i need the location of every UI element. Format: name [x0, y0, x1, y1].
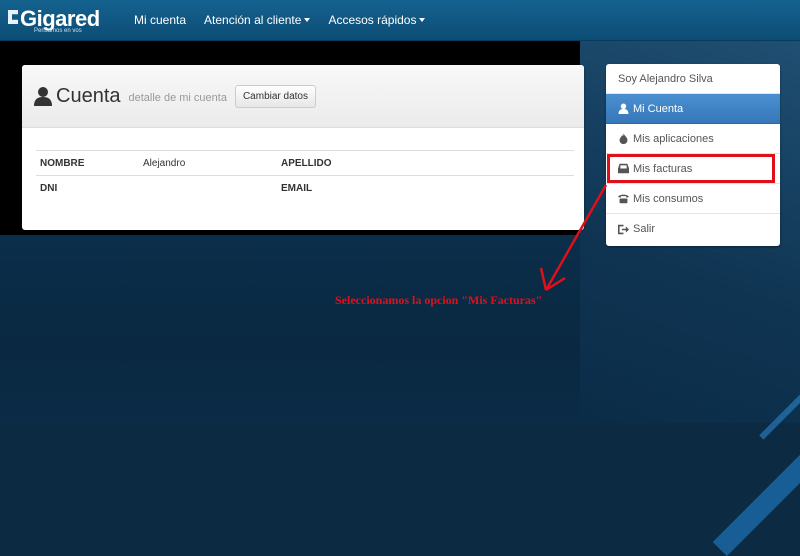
decor-stripe	[759, 378, 800, 440]
nav-mi-cuenta[interactable]: Mi cuenta	[134, 13, 186, 27]
phone-icon	[618, 194, 629, 204]
sidebar-item-label: Mis consumos	[633, 192, 704, 205]
sidebar-item-salir[interactable]: Salir	[606, 214, 780, 244]
user-icon	[618, 103, 629, 114]
dni-label: DNI	[36, 175, 139, 200]
fire-icon	[619, 133, 628, 144]
user-icon	[34, 87, 52, 106]
email-label: EMAIL	[277, 175, 380, 200]
sidebar-item-mi-cuenta[interactable]: Mi Cuenta	[606, 94, 780, 124]
panel-header: Cuenta detalle de mi cuenta Cambiar dato…	[22, 65, 584, 128]
panel-subtitle: detalle de mi cuenta	[128, 92, 227, 104]
top-navbar: Gigared Pensamos en vos Mi cuenta Atenci…	[0, 0, 800, 41]
annotation-text: Seleccionamos la opcion "Mis Facturas"	[335, 293, 543, 307]
panel-title: Cuenta	[56, 84, 121, 107]
sidebar-item-mis-aplicaciones[interactable]: Mis aplicaciones	[606, 124, 780, 154]
table-row: NOMBRE Alejandro APELLIDO	[36, 150, 574, 176]
sidebar-item-label: Mi Cuenta	[633, 102, 684, 115]
nav-label: Accesos rápidos	[328, 13, 417, 27]
account-details-table: NOMBRE Alejandro APELLIDO DNI EMAIL	[36, 150, 574, 200]
logout-icon	[618, 224, 629, 234]
caret-down-icon	[419, 18, 426, 22]
nombre-value: Alejandro	[139, 150, 277, 176]
caret-down-icon	[304, 18, 311, 22]
sidebar-user-name: Soy Alejandro Silva	[606, 64, 780, 94]
apellido-label: APELLIDO	[277, 150, 380, 176]
account-panel: Cuenta detalle de mi cuenta Cambiar dato…	[22, 65, 584, 230]
sidebar-user-label: Soy Alejandro Silva	[618, 72, 713, 85]
nav-accesos-rapidos[interactable]: Accesos rápidos	[328, 13, 426, 27]
decor-stripe	[712, 428, 800, 556]
brand-tagline: Pensamos en vos	[34, 28, 82, 34]
apellido-value	[380, 150, 574, 176]
nav-atencion-cliente[interactable]: Atención al cliente	[204, 13, 311, 27]
logo-mark-icon	[8, 10, 18, 24]
sidebar-item-label: Mis aplicaciones	[633, 132, 714, 145]
sidebar-item-label: Salir	[633, 223, 656, 235]
change-data-button[interactable]: Cambiar datos	[234, 84, 316, 108]
table-row: DNI EMAIL	[36, 175, 574, 200]
sidebar-item-mis-consumos[interactable]: Mis consumos	[606, 184, 780, 214]
email-value	[380, 175, 574, 200]
annotation-highlight-box	[607, 154, 775, 183]
brand-logo[interactable]: Gigared Pensamos en vos	[6, 0, 116, 40]
nav-label: Mi cuenta	[134, 13, 187, 27]
dni-value	[139, 175, 277, 200]
nombre-label: NOMBRE	[36, 150, 139, 176]
nav-label: Atención al cliente	[204, 13, 302, 27]
